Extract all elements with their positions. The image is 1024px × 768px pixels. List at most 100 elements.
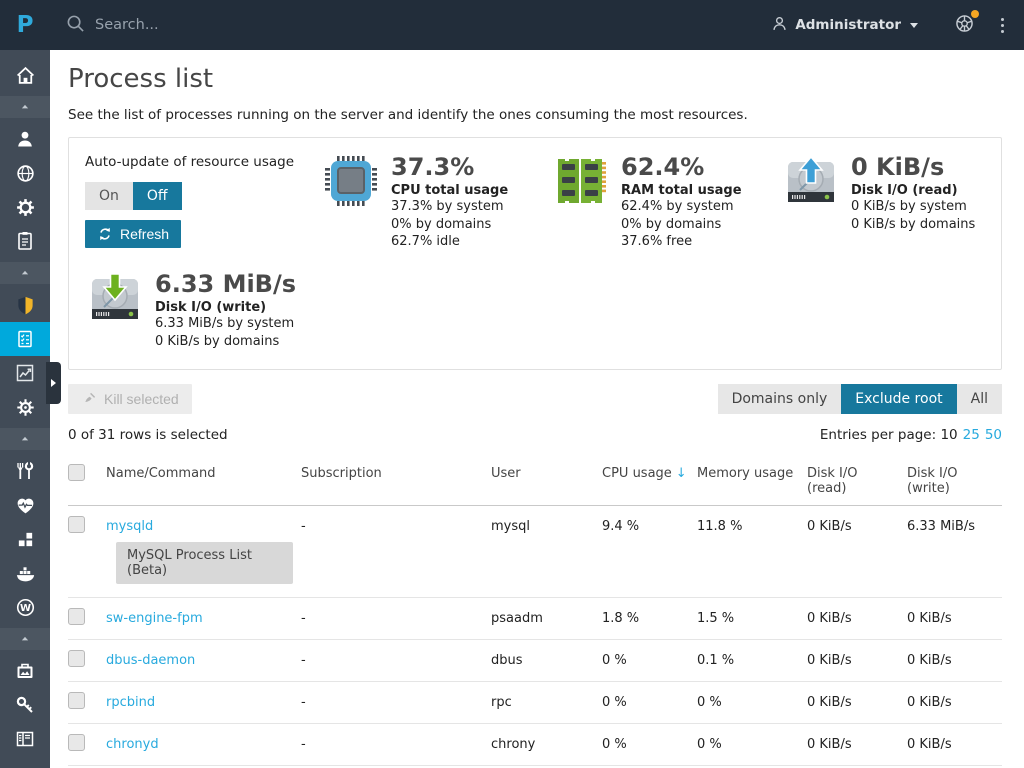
entries-option-50[interactable]: 50 (985, 427, 1002, 443)
sidebar-item-services[interactable] (0, 390, 50, 424)
sidebar-collapse-top[interactable] (0, 96, 50, 118)
backup-icon (15, 661, 35, 681)
sidebar-item-ssl[interactable] (0, 688, 50, 722)
customers-icon (15, 129, 35, 149)
col-disk-read[interactable]: Disk I/O (read) (807, 456, 907, 505)
row-checkbox[interactable] (68, 608, 85, 625)
row-checkbox[interactable] (68, 650, 85, 667)
process-name-link[interactable]: mysqld (106, 519, 153, 534)
chevron-up-icon (18, 100, 32, 114)
table-row: mysqld MySQL Process List (Beta) - mysql… (68, 506, 1002, 598)
kill-selected-button[interactable]: Kill selected (68, 384, 192, 414)
sidebar-item-customers[interactable] (0, 122, 50, 156)
row-checkbox[interactable] (68, 516, 85, 533)
chevron-up-icon (18, 432, 32, 446)
process-name-link[interactable]: rpcbind (106, 695, 155, 710)
sidebar-item-backup[interactable] (0, 654, 50, 688)
memory-cell: 1.5 % (697, 598, 807, 639)
col-disk-write[interactable]: Disk I/O (write) (907, 456, 1002, 505)
wordpress-icon: W (15, 597, 36, 618)
sidebar-item-process-list[interactable] (0, 322, 50, 356)
filter-domains-only[interactable]: Domains only (718, 384, 842, 414)
sidebar-item-health[interactable] (0, 488, 50, 522)
billing-clipboard-icon (15, 231, 35, 251)
sidebar-item-panel[interactable] (0, 722, 50, 756)
process-table-body: mysqld MySQL Process List (Beta) - mysql… (68, 506, 1002, 768)
sidebar-item-domains[interactable] (0, 156, 50, 190)
sidebar-collapse-bottom[interactable] (0, 628, 50, 650)
plesk-logo[interactable]: P (0, 0, 50, 50)
ram-stat: 62.4% RAM total usage 62.4% by system 0%… (551, 154, 781, 251)
process-list-icon (15, 329, 35, 349)
cpu-value: 37.3% (391, 154, 508, 182)
cpu-cell: 1.8 % (602, 598, 697, 639)
col-subscription[interactable]: Subscription (301, 456, 491, 490)
sidebar-item-extensions[interactable] (0, 522, 50, 556)
auto-update-toggle: On Off (85, 182, 321, 210)
sidebar-item-settings[interactable] (0, 190, 50, 224)
disk-read-value: 0 KiB/s (851, 154, 975, 182)
subscription-cell: - (301, 640, 491, 681)
process-table: Name/Command Subscription User CPU usage… (68, 456, 1002, 768)
toggle-off-button[interactable]: Off (133, 182, 182, 210)
user-cell: dbus (491, 640, 602, 681)
entries-option-25[interactable]: 25 (963, 427, 980, 443)
chevron-up-icon (18, 632, 32, 646)
docker-icon (15, 563, 36, 584)
sidebar-item-security[interactable] (0, 288, 50, 322)
row-checkbox[interactable] (68, 692, 85, 709)
sidebar-item-docker[interactable] (0, 556, 50, 590)
toggle-on-button[interactable]: On (85, 182, 133, 210)
disk-write-icon (85, 271, 145, 325)
memory-cell: 0.1 % (697, 640, 807, 681)
col-user[interactable]: User (491, 456, 602, 490)
user-cell: chrony (491, 724, 602, 765)
subscription-cell: - (301, 724, 491, 765)
row-checkbox[interactable] (68, 734, 85, 751)
memory-cell: 11.8 % (697, 506, 807, 547)
chevron-up-icon (18, 266, 32, 280)
sidebar-item-wordpress[interactable]: W (0, 590, 50, 624)
table-row: dbus-daemon - dbus 0 % 0.1 % 0 KiB/s 0 K… (68, 640, 1002, 682)
refresh-button[interactable]: Refresh (85, 220, 181, 248)
sidebar-collapse-mid1[interactable] (0, 262, 50, 284)
resource-usage-card: Auto-update of resource usage On Off Ref… (68, 137, 1002, 370)
search-input[interactable]: Search... (66, 14, 159, 37)
mysql-process-list-button[interactable]: MySQL Process List (Beta) (116, 542, 293, 584)
col-name[interactable]: Name/Command (106, 456, 301, 490)
page-subtitle: See the list of processes running on the… (68, 107, 1002, 123)
user-icon (771, 15, 788, 36)
sidebar-item-statistics[interactable] (0, 356, 50, 390)
tools-icon (15, 461, 35, 481)
sidebar-collapse-mid2[interactable] (0, 428, 50, 450)
more-options-button[interactable] (1001, 18, 1004, 33)
page-title: Process list (68, 64, 1002, 94)
cpu-cell: 0 % (602, 640, 697, 681)
user-menu[interactable]: Administrator (771, 15, 918, 36)
filter-exclude-root[interactable]: Exclude root (841, 384, 956, 414)
filter-all[interactable]: All (957, 384, 1002, 414)
help-button[interactable] (954, 13, 975, 38)
disk-read-cell: 0 KiB/s (807, 724, 907, 765)
sidebar-item-home[interactable] (0, 58, 50, 92)
auto-update-block: Auto-update of resource usage On Off Ref… (85, 154, 321, 251)
sidebar-item-tools[interactable] (0, 454, 50, 488)
topbar: P Search... Administrator (0, 0, 1024, 50)
table-header-row: Name/Command Subscription User CPU usage… (68, 456, 1002, 506)
process-name-link[interactable]: dbus-daemon (106, 653, 195, 668)
disk-write-cell: 0 KiB/s (907, 724, 1002, 765)
sidebar-item-billing[interactable] (0, 224, 50, 258)
col-memory[interactable]: Memory usage (697, 456, 807, 490)
process-name-link[interactable]: sw-engine-fpm (106, 611, 203, 626)
selection-row: 0 of 31 rows is selected Entries per pag… (68, 427, 1002, 443)
disk-read-cell: 0 KiB/s (807, 682, 907, 723)
table-row: sw-engine-fpm - psaadm 1.8 % 1.5 % 0 KiB… (68, 598, 1002, 640)
process-name-link[interactable]: chronyd (106, 737, 159, 752)
col-cpu[interactable]: CPU usage↓ (602, 456, 697, 490)
extensions-icon (16, 530, 35, 549)
disk-write-cell: 0 KiB/s (907, 640, 1002, 681)
subscription-cell: - (301, 682, 491, 723)
select-all-checkbox[interactable] (68, 464, 85, 481)
sidebar-flyout-handle[interactable] (46, 362, 61, 404)
search-placeholder: Search... (95, 17, 159, 33)
